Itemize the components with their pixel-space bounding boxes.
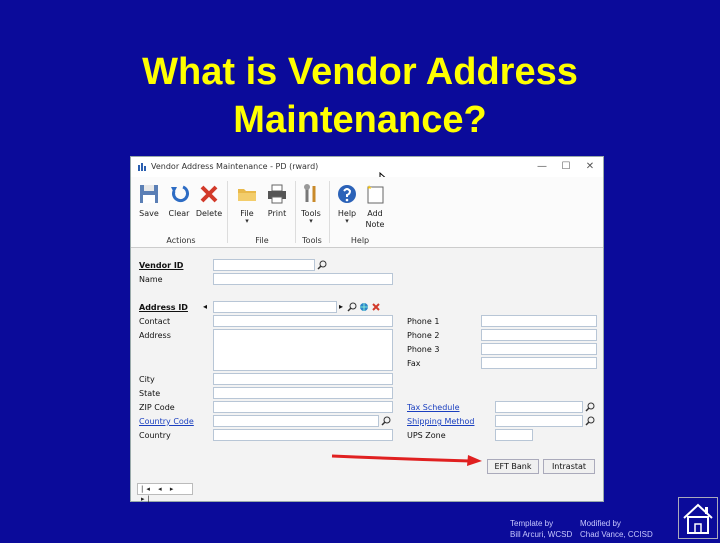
country-label: Country (139, 431, 171, 440)
save-label: Save (139, 209, 159, 218)
window-titlebar: Vendor Address Maintenance - PD (rward) … (131, 157, 603, 177)
add-note-icon (367, 185, 384, 204)
print-icon (268, 184, 286, 204)
template-author: Bill Arcuri, WCSD (510, 530, 573, 539)
help-icon (338, 185, 356, 203)
state-input[interactable] (213, 387, 393, 399)
tools-icon (304, 184, 316, 202)
modified-by-label: Modified by (580, 519, 621, 528)
tax-schedule-input[interactable] (495, 401, 583, 413)
add-note-button[interactable]: Add Note (361, 183, 389, 229)
zip-code-label: ZIP Code (139, 403, 175, 412)
shipping-method-lookup-icon[interactable] (585, 416, 595, 426)
tools-dropdown-icon: ▾ (309, 217, 313, 225)
file-dropdown-icon: ▾ (245, 217, 249, 225)
save-icon (140, 185, 158, 203)
address-input[interactable] (213, 329, 393, 371)
add-note-label: Add (367, 209, 383, 218)
delete-icon (200, 185, 218, 203)
minimize-button[interactable]: — (531, 159, 553, 175)
template-credit: Template by Bill Arcuri, WCSD (510, 518, 572, 540)
internet-globe-icon[interactable] (359, 302, 369, 312)
browse-previous-icon[interactable]: ◂ (203, 302, 207, 311)
group-separator (295, 181, 296, 243)
address-id-label: Address ID (139, 303, 188, 312)
delete-address-icon[interactable] (371, 302, 381, 312)
country-input[interactable] (213, 429, 393, 441)
slide-title-line-1: What is Vendor Address (142, 51, 578, 93)
group-help: Help (350, 236, 370, 245)
help-dropdown-icon: ▾ (345, 217, 349, 225)
group-file: File (255, 236, 269, 245)
shipping-method-input[interactable] (495, 415, 583, 427)
fax-input[interactable] (481, 357, 597, 369)
contact-input[interactable] (213, 315, 393, 327)
contact-label: Contact (139, 317, 171, 326)
delete-button[interactable]: Delete (195, 183, 223, 218)
tax-schedule-lookup-icon[interactable] (585, 402, 595, 412)
state-label: State (139, 389, 161, 398)
slide-title: What is Vendor Address Maintenance? (0, 48, 720, 144)
name-field (213, 273, 393, 285)
phone-3-label: Phone 3 (407, 345, 440, 354)
pointer-arrow (331, 454, 482, 466)
phone-3-input[interactable] (481, 343, 597, 355)
city-input[interactable] (213, 373, 393, 385)
browse-next-icon[interactable]: ▸ (339, 302, 343, 311)
address-label: Address (139, 331, 171, 340)
window-title: Vendor Address Maintenance - PD (rward) (151, 162, 319, 171)
close-button[interactable]: ✕ (579, 159, 601, 175)
city-label: City (139, 375, 155, 384)
country-code-lookup-icon[interactable] (381, 416, 391, 426)
print-button[interactable]: Print (263, 183, 291, 218)
tools-button[interactable]: Tools ▾ (297, 183, 325, 225)
modified-credit: Modified by Chad Vance, CCISD (580, 518, 653, 540)
country-code-input[interactable] (213, 415, 379, 427)
home-icon (683, 503, 713, 534)
modified-author: Chad Vance, CCISD (580, 530, 653, 539)
file-button[interactable]: File ▾ (233, 183, 261, 225)
vendor-address-window: Vendor Address Maintenance - PD (rward) … (130, 156, 604, 503)
clear-button[interactable]: Clear (165, 183, 193, 218)
group-tools: Tools (302, 236, 322, 245)
address-id-input[interactable] (213, 301, 337, 313)
phone-1-input[interactable] (481, 315, 597, 327)
phone-2-label: Phone 2 (407, 331, 440, 340)
shipping-method-link[interactable]: Shipping Method (407, 417, 474, 426)
vendor-id-lookup-icon[interactable] (317, 260, 327, 270)
add-note-label-2: Note (365, 220, 385, 229)
group-actions: Actions (166, 236, 196, 245)
vendor-id-label: Vendor ID (139, 261, 184, 270)
app-icon (138, 163, 146, 171)
tax-schedule-link[interactable]: Tax Schedule (407, 403, 460, 412)
ribbon: Save Clear Delete File ▾ Print Tools ▾ H… (131, 177, 603, 248)
intrastat-button[interactable]: Intrastat (543, 459, 595, 474)
record-navigation[interactable]: |◂ ◂ ▸ ▸| (137, 483, 193, 503)
clear-icon (171, 185, 190, 203)
clear-label: Clear (168, 209, 190, 218)
fax-label: Fax (407, 359, 421, 368)
home-button[interactable] (678, 497, 718, 539)
phone-1-label: Phone 1 (407, 317, 440, 326)
delete-label: Delete (195, 209, 223, 218)
restore-button[interactable]: ☐ (555, 159, 577, 175)
group-separator (227, 181, 228, 243)
vendor-id-input[interactable] (213, 259, 315, 271)
name-label: Name (139, 275, 163, 284)
country-code-link[interactable]: Country Code (139, 417, 194, 426)
ups-zone-input[interactable] (495, 429, 533, 441)
vendor-address-form: Vendor ID Name Address ID ◂ ▸ Contact Ad… (137, 257, 597, 447)
phone-2-input[interactable] (481, 329, 597, 341)
eft-bank-button[interactable]: EFT Bank (487, 459, 539, 474)
zip-code-input[interactable] (213, 401, 393, 413)
print-label: Print (267, 209, 287, 218)
group-separator (329, 181, 330, 243)
slide-title-line-2: Maintenance? (233, 99, 487, 141)
help-button[interactable]: Help ▾ (333, 183, 361, 225)
folder-icon (238, 189, 256, 201)
ups-zone-label: UPS Zone (407, 431, 446, 440)
template-by-label: Template by (510, 519, 554, 528)
save-button[interactable]: Save (135, 183, 163, 218)
address-id-lookup-icon[interactable] (347, 302, 357, 312)
